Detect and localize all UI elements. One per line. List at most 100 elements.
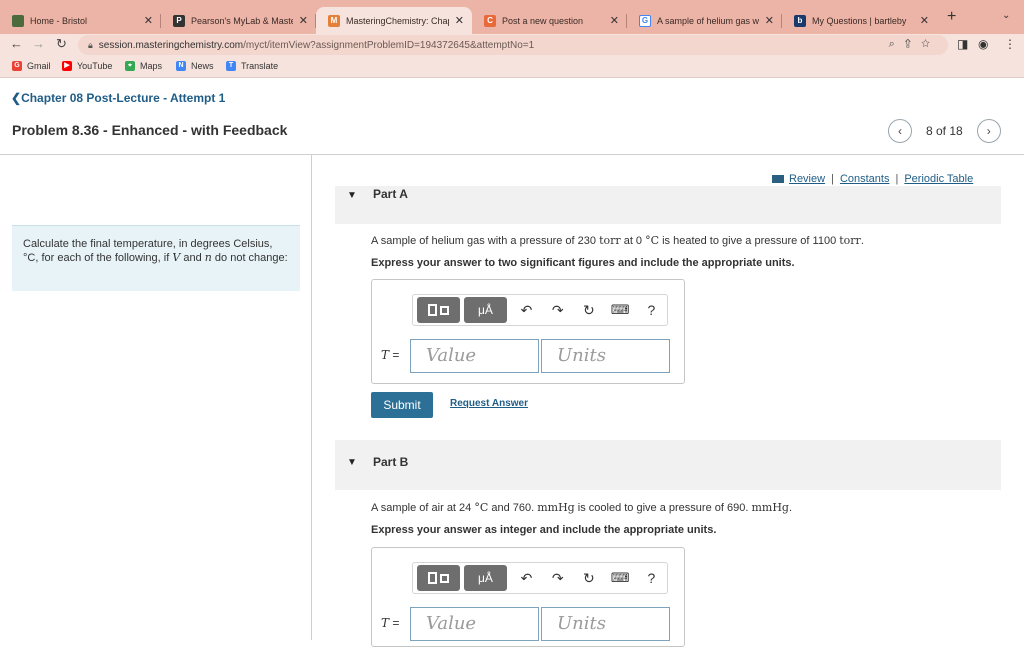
back-arrow-icon[interactable]: ← [10,36,23,51]
pearson-icon: P [173,14,185,27]
templates-button[interactable] [417,565,460,591]
units-button[interactable]: μÅ [463,297,507,323]
part-a-header[interactable]: ▼ Part A [335,186,1001,224]
value-input[interactable]: Value [410,607,539,641]
close-tab-icon[interactable]: ✕ [455,14,464,27]
close-tab-icon[interactable]: ✕ [299,14,308,27]
maps-icon: ⌖ [125,61,135,71]
question-text: is heated to give a pressure of 1100 [662,235,837,247]
menu-kebab-icon[interactable]: ⋮ [1004,37,1016,51]
close-tab-icon[interactable]: ✕ [610,14,619,27]
browser-tab-pearson[interactable]: P Pearson's MyLab & Master ✕ [161,7,316,34]
profile-avatar-icon[interactable]: ◉ [978,37,988,51]
bookmarks-bar: G Gmail ▶ YouTube ⌖ Maps N News T Translate [0,56,1024,78]
browser-tab-bartleby[interactable]: b My Questions | bartleby ✕ [782,7,937,34]
chevron-down-icon[interactable]: ⌄ [1002,10,1010,21]
undo-icon[interactable]: ↶ [511,570,542,587]
book-icon [772,175,784,183]
request-answer-link[interactable]: Request Answer [450,398,528,409]
question-text: is cooled to give a pressure of 690. [577,502,749,514]
collapse-triangle-icon: ▼ [347,457,357,468]
address-bar[interactable]: 🔒︎ session.masteringchemistry.com/myct/i… [78,35,948,55]
unit-torr: torr [599,234,621,247]
value-input[interactable]: Value [410,339,539,373]
address-bar-actions[interactable]: ⌕⇪☆ [889,38,940,51]
mu-label: μÅ [477,571,493,585]
review-link[interactable]: Review [789,173,825,185]
keyboard-icon[interactable]: ⌨ [605,570,636,586]
chevron-right-icon: › [986,124,991,138]
unit-celsius: °C [474,501,489,514]
tab-title: Pearson's MyLab & Master [191,15,293,26]
bookmark-maps[interactable]: ⌖ Maps [125,61,162,71]
browser-tab-home-bristol[interactable]: Home - Bristol ✕ [0,7,161,34]
units-button[interactable]: μÅ [463,565,507,591]
part-b-label: Part B [373,455,409,469]
forward-arrow-icon[interactable]: → [32,36,45,51]
bookmark-gmail[interactable]: G Gmail [12,61,51,71]
link-separator: | [831,173,834,185]
answer-variable: T = [381,348,399,362]
url-host: session.masteringchemistry.com [98,39,244,51]
tab-title: A sample of helium gas wit [657,15,759,26]
part-a-label: Part A [373,187,408,201]
submit-button[interactable]: Submit [371,392,433,418]
tab-title: Post a new question [502,15,584,26]
mastering-icon: M [328,14,340,27]
close-tab-icon[interactable]: ✕ [144,14,153,27]
gmail-icon: G [12,61,22,71]
reset-icon[interactable]: ↻ [573,302,604,319]
part-b-answer-box: μÅ ↶ ↷ ↻ ⌨ ? T = Value Units [371,547,685,647]
instruction-text: do not change: [214,252,288,264]
templates-button[interactable] [417,297,460,323]
unit-torr: torr [839,234,861,247]
bookmark-news[interactable]: N News [176,61,214,71]
answer-variable: T = [381,616,399,630]
resource-links: Review | Constants | Periodic Table [772,173,973,185]
question-text: at 0 [623,235,643,247]
bookmark-translate[interactable]: T Translate [226,61,278,71]
units-input[interactable]: Units [541,607,670,641]
unit-mmhg: mmHg [751,501,789,514]
units-input[interactable]: Units [541,339,670,373]
previous-problem-button[interactable]: ‹ [888,119,912,143]
close-tab-icon[interactable]: ✕ [920,14,929,27]
reset-icon[interactable]: ↻ [573,570,604,587]
translate-icon: T [226,61,236,71]
browser-tab-mastering[interactable]: M MasteringChemistry: Chap ✕ [316,7,472,34]
news-icon: N [176,61,186,71]
redo-icon[interactable]: ↷ [542,302,573,319]
column-divider [311,155,312,640]
sidebar-toggle-icon[interactable]: ◨ [957,37,968,51]
undo-icon[interactable]: ↶ [511,302,542,319]
reload-icon[interactable]: ↻ [56,36,67,52]
constants-link[interactable]: Constants [840,173,890,185]
periodic-table-link[interactable]: Periodic Table [904,173,973,185]
var-v: V [172,251,181,264]
problem-instructions: Calculate the final temperature, in degr… [12,225,300,291]
browser-tab-strip: Home - Bristol ✕ P Pearson's MyLab & Mas… [0,0,1024,34]
var-n: n [204,251,212,264]
problem-pager: ‹ 8 of 18 › [888,119,1001,143]
new-tab-icon[interactable]: + [947,8,956,26]
keyboard-icon[interactable]: ⌨ [605,302,636,318]
instruction-text: Calculate the final temperature, in degr… [23,238,273,250]
next-problem-button[interactable]: › [976,119,1001,143]
equals-sign: = [392,348,400,362]
url-path: /myct/itemView?assignmentProblemID=19437… [243,39,535,51]
google-icon: G [639,14,651,27]
browser-tab-chegg[interactable]: C Post a new question ✕ [472,7,627,34]
bookmark-youtube[interactable]: ▶ YouTube [62,61,112,71]
help-icon[interactable]: ? [636,570,667,586]
part-b-header[interactable]: ▼ Part B [335,440,1001,490]
link-separator: | [895,173,899,185]
browser-tab-google[interactable]: G A sample of helium gas wit ✕ [627,7,782,34]
tab-title: Home - Bristol [30,15,88,26]
math-toolbar: μÅ ↶ ↷ ↻ ⌨ ? [412,562,668,594]
help-icon[interactable]: ? [636,302,667,318]
bookmark-label: Translate [241,61,279,71]
bookmark-label: Gmail [27,61,51,71]
redo-icon[interactable]: ↷ [542,570,573,587]
close-tab-icon[interactable]: ✕ [765,14,774,27]
back-to-chapter-link[interactable]: ❮Chapter 08 Post-Lecture - Attempt 1 [11,91,225,105]
